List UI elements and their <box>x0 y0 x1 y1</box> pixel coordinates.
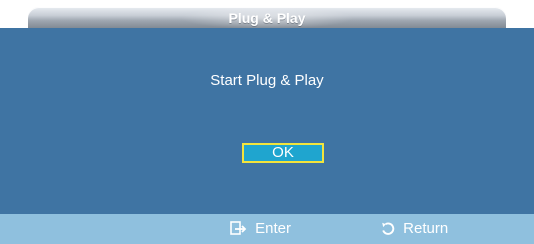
ok-button[interactable]: OK <box>242 143 324 163</box>
start-plug-and-play-message: Start Plug & Play <box>210 72 324 89</box>
main-panel: Start Plug & Play OK <box>0 28 534 214</box>
return-hint[interactable]: Return <box>380 214 448 244</box>
plug-and-play-dialog: Plug & Play Start Plug & Play OK Enter R… <box>0 0 534 244</box>
enter-icon <box>230 221 248 236</box>
title-bar: Plug & Play <box>28 7 506 29</box>
enter-label: Enter <box>255 220 292 237</box>
enter-hint[interactable]: Enter <box>230 214 291 244</box>
footer-bar: Enter Return <box>0 214 534 244</box>
dialog-title: Plug & Play <box>228 10 306 26</box>
return-label: Return <box>403 220 449 237</box>
return-icon <box>380 220 396 236</box>
